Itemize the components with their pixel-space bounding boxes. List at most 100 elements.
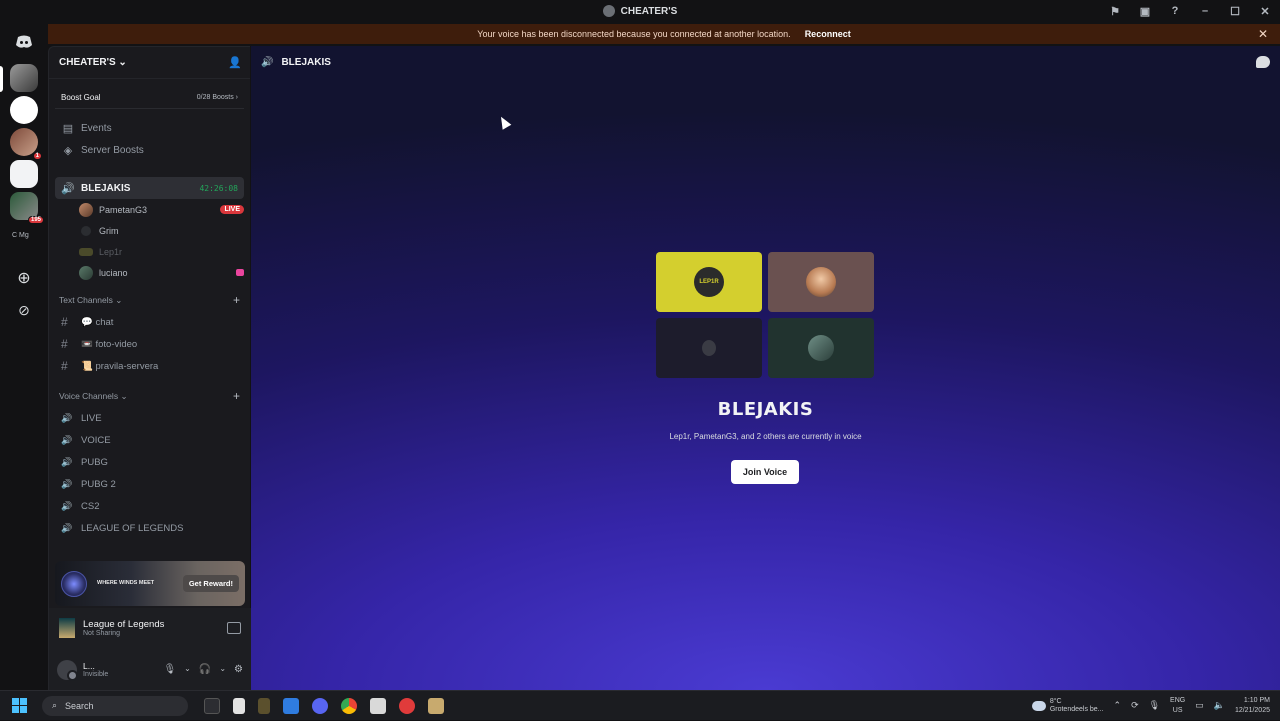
voice-channel-pubg[interactable]: 🔊 PUBG xyxy=(55,451,244,473)
close-notice-icon[interactable]: ✕ xyxy=(1258,27,1268,41)
participant-avatar xyxy=(806,267,836,297)
hash-icon: # xyxy=(61,359,68,373)
voice-channels-category[interactable]: Voice Channels ⌄ + xyxy=(55,385,244,407)
server-icon-portrait[interactable]: 1 xyxy=(10,128,42,160)
hash-icon: # xyxy=(61,315,68,329)
header-channel-name: BLEJAKIS xyxy=(281,56,331,68)
voice-member[interactable]: PametanG3 LIVE xyxy=(79,199,244,220)
boost-goal-bar[interactable]: Boost Goal 0/28 Boosts › xyxy=(55,87,244,109)
server-icon-active[interactable] xyxy=(10,64,38,92)
voice-participants-summary: Lep1r, PametanG3, and 2 others are curre… xyxy=(669,432,862,441)
server-icon-white[interactable] xyxy=(10,160,38,188)
server-header[interactable]: CHEATER'S ⌄ 👤 xyxy=(49,47,250,79)
participant-avatar: LEP1R xyxy=(694,267,724,297)
reconnect-button[interactable]: Reconnect xyxy=(805,29,851,39)
chevron-down-icon: ⌄ xyxy=(118,57,127,68)
task-view-icon[interactable] xyxy=(204,697,220,714)
voice-channel-cs2[interactable]: 🔊 CS2 xyxy=(55,495,244,517)
sync-icon[interactable]: ⟳ xyxy=(1131,700,1139,711)
avatar[interactable] xyxy=(57,659,78,681)
disconnect-notice: Your voice has been disconnected because… xyxy=(48,24,1280,44)
voice-channel-live[interactable]: 🔊 LIVE xyxy=(55,407,244,429)
maximize-button[interactable]: ☐ xyxy=(1220,0,1250,22)
network-icon[interactable]: ▭ xyxy=(1195,700,1204,711)
chevron-down-icon[interactable]: ⌄ xyxy=(219,664,226,675)
gear-icon[interactable]: ⚙ xyxy=(234,664,243,675)
chrome-icon[interactable] xyxy=(341,697,357,714)
activity-status: Not Sharing xyxy=(83,630,120,637)
text-channel-foto-video[interactable]: # 📼 foto-video xyxy=(55,333,244,355)
discover-icon[interactable]: ⊘ xyxy=(10,296,38,324)
screen-share-icon[interactable] xyxy=(227,622,241,634)
get-reward-button[interactable]: Get Reward! xyxy=(182,575,239,592)
voice-channel-name: BLEJAKIS xyxy=(81,182,131,194)
taskbar-search[interactable]: ⌕ Search xyxy=(42,695,188,716)
league-client-icon[interactable] xyxy=(428,697,444,714)
text-channel-pravila-servera[interactable]: # 📜 pravila-servera xyxy=(55,355,244,377)
weather-widget[interactable]: 8°C Grotendeels be... xyxy=(1031,697,1104,713)
speaker-icon: 🔊 xyxy=(61,478,73,489)
server-boosts-link[interactable]: ◈ Server Boosts xyxy=(55,139,244,161)
file-explorer-icon[interactable] xyxy=(258,697,270,714)
speaker-icon: 🔊 xyxy=(61,434,73,445)
speaker-icon: 🔊 xyxy=(61,500,73,511)
text-channel-chat[interactable]: # 💬 chat xyxy=(55,311,244,333)
language-indicator[interactable]: ENG US xyxy=(1170,696,1185,714)
system-tray: 8°C Grotendeels be... ⌃ ⟳ 🎙 ENG US ▭ 🔈 1… xyxy=(1031,696,1280,714)
join-voice-button[interactable]: Join Voice xyxy=(731,460,799,484)
voice-member[interactable]: Grim xyxy=(79,220,244,241)
windows-taskbar: ⌕ Search 8°C Grotendeels be... ⌃ ⟳ 🎙 ENG… xyxy=(0,690,1280,720)
events-link[interactable]: ▤ Events xyxy=(55,117,244,139)
server-mini-labels[interactable]: C Mg xyxy=(12,232,29,239)
user-status: Invisible xyxy=(83,671,109,678)
voice-channel-league-of-legends[interactable]: 🔊 LEAGUE OF LEGENDS xyxy=(55,517,244,539)
close-window-button[interactable]: ✕ xyxy=(1250,0,1280,22)
voice-channel-voice[interactable]: 🔊 VOICE xyxy=(55,429,244,451)
invite-user-icon[interactable]: 👤 xyxy=(228,56,242,69)
avatar xyxy=(81,225,91,236)
participant-tile[interactable] xyxy=(768,318,874,378)
help-icon[interactable]: ? xyxy=(1160,0,1190,22)
microphone-icon[interactable]: 🎙 xyxy=(1149,700,1160,711)
voice-member[interactable]: Lep1r xyxy=(79,241,244,262)
notepad-icon[interactable] xyxy=(233,697,245,714)
participant-tile[interactable] xyxy=(656,318,762,378)
add-server-icon[interactable]: ⊕ xyxy=(10,264,38,292)
server-folder-icon[interactable]: 195 xyxy=(10,192,44,224)
headphones-icon[interactable]: 🎧 xyxy=(199,664,211,675)
speaker-icon: 🔊 xyxy=(61,456,73,467)
boost-gem-icon: ◈ xyxy=(63,144,73,157)
chat-icon[interactable] xyxy=(1256,56,1270,68)
add-channel-icon[interactable]: + xyxy=(233,293,240,307)
store-icon[interactable] xyxy=(283,697,299,714)
chevron-up-icon[interactable]: ⌃ xyxy=(1114,700,1122,711)
add-channel-icon[interactable]: + xyxy=(233,389,240,403)
weather-desc: Grotendeels be... xyxy=(1049,705,1104,713)
steam-icon[interactable] xyxy=(370,697,386,714)
weather-temp: 8°C xyxy=(1049,697,1062,705)
clock[interactable]: 1:10 PM 12/21/2025 xyxy=(1235,696,1270,714)
minimize-button[interactable]: – xyxy=(1190,0,1220,22)
voice-channel-pubg-2[interactable]: 🔊 PUBG 2 xyxy=(55,473,244,495)
screen-icon[interactable]: ▣ xyxy=(1130,0,1160,22)
inbox-flag-icon[interactable]: ⚑ xyxy=(1100,0,1130,22)
voice-channel-blejakis[interactable]: 🔊 BLEJAKIS 42:26:08 xyxy=(55,177,244,199)
text-channels-category[interactable]: Text Channels ⌄ + xyxy=(55,289,244,311)
microphone-icon[interactable]: 🎙 xyxy=(163,664,176,675)
promo-banner[interactable]: WHERE WINDS MEET Get Reward! xyxy=(55,561,245,606)
live-badge: LIVE xyxy=(220,205,244,214)
promo-orb-icon xyxy=(61,570,87,597)
windows-start-icon[interactable] xyxy=(12,691,34,721)
discord-taskbar-icon[interactable] xyxy=(312,697,328,714)
voice-timer: 42:26:08 xyxy=(199,183,238,193)
participant-tile[interactable] xyxy=(768,252,874,312)
channel-label: PUBG xyxy=(81,456,108,468)
riot-client-icon[interactable] xyxy=(399,697,415,714)
chevron-down-icon[interactable]: ⌄ xyxy=(184,664,191,675)
voice-member[interactable]: luciano xyxy=(79,262,244,283)
volume-icon[interactable]: 🔈 xyxy=(1214,700,1225,711)
server-icon-cloud[interactable] xyxy=(10,96,38,124)
participant-tile[interactable]: LEP1R xyxy=(656,252,762,312)
mention-badge: 1 xyxy=(32,152,42,160)
discord-home-icon[interactable] xyxy=(10,28,38,56)
